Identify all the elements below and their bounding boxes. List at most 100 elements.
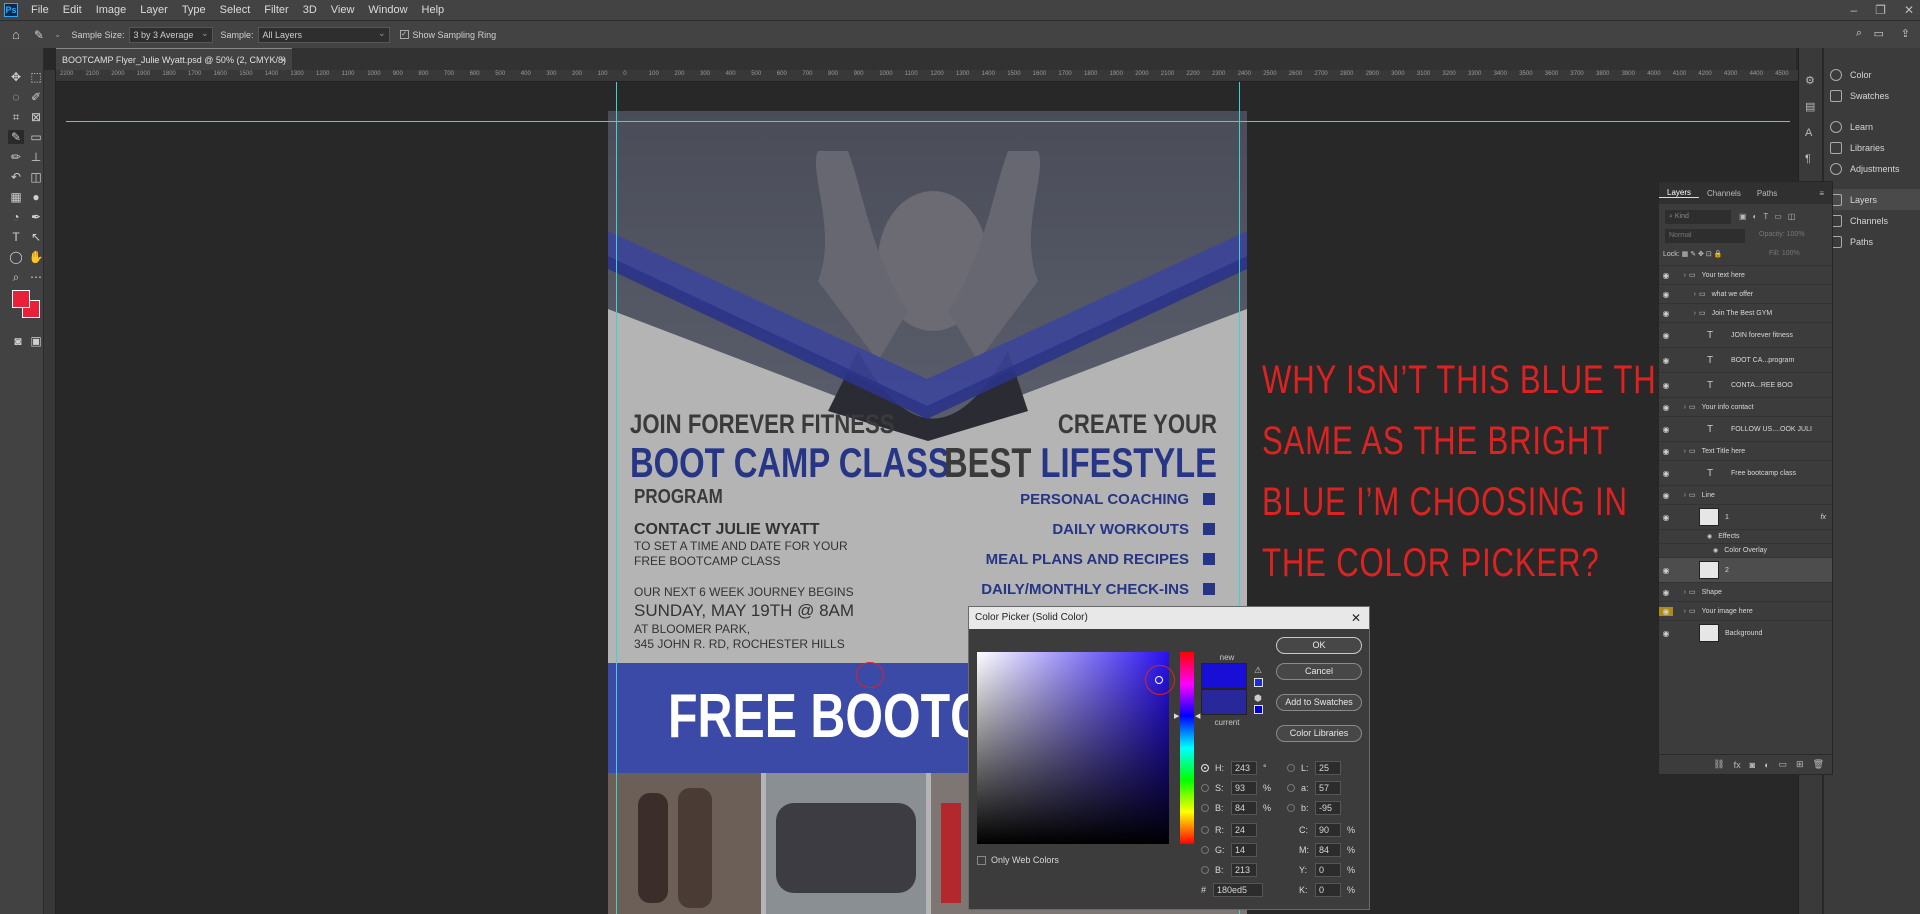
layer-filter-icons[interactable]: ▣◐T▭◫ (1739, 212, 1801, 221)
eyedropper-icon[interactable]: ✎ (34, 28, 44, 42)
layer-row[interactable]: ◉ › ▭ what we offer (1659, 284, 1832, 303)
quick-select-tool-icon[interactable]: ✐ (28, 90, 44, 104)
tab-paths[interactable]: Paths (1749, 189, 1785, 198)
hand-tool-icon[interactable]: ✋ (28, 250, 44, 264)
panel-menu-icon[interactable]: ≡ (1811, 189, 1832, 198)
character-icon[interactable]: A (1805, 120, 1815, 146)
document-tab[interactable]: BOOTCAMP Flyer_Julie Wyatt.psd @ 50% (2,… (56, 48, 292, 70)
layer-row[interactable]: ◉ T Free bootcamp class (1659, 460, 1832, 485)
web-safe-warning-icon[interactable]: ⬢ (1254, 693, 1262, 704)
expand-chevron-icon[interactable]: › (1673, 272, 1689, 279)
visibility-eye-icon[interactable]: ◉ (1659, 629, 1673, 638)
hue-slider-right-arrow-icon[interactable]: ◀ (1195, 712, 1200, 720)
add-mask-icon[interactable]: ◙ (1750, 760, 1755, 770)
quick-mask-icon[interactable]: ◙ (10, 334, 26, 348)
layer-row[interactable]: ◉ T BOOT CA...program (1659, 347, 1832, 372)
web-safe-color-swatch[interactable] (1254, 705, 1263, 714)
opacity-control[interactable]: Opacity: 100% (1759, 231, 1805, 238)
more-tools-icon[interactable]: ⋯ (28, 270, 44, 284)
new-group-icon[interactable]: ▭ (1779, 759, 1788, 770)
share-icon[interactable]: ⇪ (1901, 27, 1910, 40)
layer-row[interactable]: ◉ › ▭ Your info contact (1659, 397, 1832, 416)
expand-chevron-icon[interactable]: › (1673, 310, 1699, 317)
crop-tool-icon[interactable]: ⌗ (8, 110, 24, 124)
expand-chevron-icon[interactable]: › (1673, 448, 1689, 455)
layer-row[interactable]: ◉ 1 fx (1659, 504, 1832, 529)
panel-swatches[interactable]: Swatches (1824, 85, 1920, 106)
layer-row[interactable]: ◉ › ▭ Text Title here (1659, 441, 1832, 460)
history-icon[interactable]: ▤ (1805, 94, 1815, 120)
current-color-swatch[interactable] (1201, 689, 1247, 715)
visibility-eye-icon[interactable]: ◉ (1659, 566, 1673, 575)
lock-controls[interactable]: Lock: ▦ ✎ ✥ ⊡ 🔒 (1663, 250, 1722, 258)
new-layer-icon[interactable]: ⊞ (1796, 759, 1804, 770)
layer-row[interactable]: ◉ › ▭ Join The Best GYM (1659, 303, 1832, 322)
close-window-icon[interactable]: ✕ (1904, 0, 1914, 20)
workspace-icon[interactable]: ▭ (1874, 27, 1884, 40)
layer-row[interactable]: ◉ › ▭ Your text here (1659, 265, 1832, 284)
search-icon[interactable]: ⌕ (1856, 27, 1862, 40)
horizontal-guide[interactable] (66, 121, 1790, 122)
menu-select[interactable]: Select (213, 0, 258, 20)
visibility-eye-icon[interactable]: ◉ (1659, 331, 1673, 340)
layer-row[interactable]: ◉ › ▭ Your image here (1659, 601, 1832, 620)
sample-select[interactable]: All Layers (257, 26, 390, 43)
visibility-eye-icon[interactable]: ◉ (1659, 381, 1673, 390)
cancel-button[interactable]: Cancel (1276, 663, 1362, 680)
layer-row[interactable]: ◉ Effects (1659, 529, 1832, 543)
menu-layer[interactable]: Layer (133, 0, 175, 20)
properties-icon[interactable]: ⚙ (1805, 68, 1815, 94)
eraser-tool-icon[interactable]: ◫ (28, 170, 44, 184)
layer-filter-input[interactable]: ⌕ Kind (1665, 210, 1731, 224)
zoom-tool-icon[interactable]: ⌕ (8, 270, 24, 284)
panel-adjustments[interactable]: Adjustments (1824, 158, 1920, 179)
menu-type[interactable]: Type (175, 0, 213, 20)
layer-row[interactable]: ◉ Color Overlay (1659, 543, 1832, 557)
expand-chevron-icon[interactable]: › (1673, 404, 1689, 411)
foreground-color-swatch[interactable] (12, 290, 30, 308)
panel-libraries[interactable]: Libraries (1824, 137, 1920, 158)
layer-row[interactable]: ◉ Background (1659, 620, 1832, 645)
move-tool-icon[interactable]: ✥ (8, 70, 24, 84)
ok-button[interactable]: OK (1276, 637, 1362, 654)
sample-size-select[interactable]: 3 by 3 Average (128, 26, 213, 43)
panel-color[interactable]: Color (1824, 64, 1920, 85)
menu-file[interactable]: File (24, 0, 56, 20)
patch-tool-icon[interactable]: ▭ (28, 130, 44, 144)
marquee-tool-icon[interactable]: ⬚ (28, 70, 44, 84)
minimize-icon[interactable]: – (1850, 0, 1857, 20)
visibility-eye-icon[interactable]: ◉ (1659, 356, 1673, 365)
frame-tool-icon[interactable]: ⊠ (28, 110, 44, 124)
menu-help[interactable]: Help (415, 0, 452, 20)
fill-control[interactable]: Fill: 100% (1769, 250, 1800, 257)
dodge-tool-icon[interactable]: ◔ (8, 210, 24, 224)
stamp-tool-icon[interactable]: ⊥ (28, 150, 44, 164)
history-brush-tool-icon[interactable]: ↶ (8, 170, 24, 184)
menu-view[interactable]: View (324, 0, 362, 20)
menu-edit[interactable]: Edit (56, 0, 89, 20)
panel-learn[interactable]: Learn (1824, 116, 1920, 137)
visibility-eye-icon[interactable]: ◉ (1659, 309, 1673, 318)
add-to-swatches-button[interactable]: Add to Swatches (1276, 694, 1362, 711)
visibility-eye-icon[interactable]: ◉ (1659, 290, 1673, 299)
eyedropper-tool-icon[interactable]: ✎ (8, 130, 24, 144)
layer-row[interactable]: ◉ › ▭ Line (1659, 485, 1832, 504)
hue-slider[interactable] (1180, 652, 1194, 844)
close-tab-icon[interactable]: × (281, 49, 286, 71)
tool-preset-chevron-icon[interactable]: ⌄ (54, 29, 62, 40)
visibility-eye-icon[interactable]: ◉ (1659, 271, 1673, 280)
blur-tool-icon[interactable]: ● (28, 190, 44, 204)
color-libraries-button[interactable]: Color Libraries (1276, 725, 1362, 742)
delete-layer-icon[interactable]: 🗑 (1813, 759, 1824, 770)
panel-paths[interactable]: Paths (1824, 231, 1920, 252)
visibility-eye-icon[interactable]: ◉ (1659, 513, 1673, 522)
tab-channels[interactable]: Channels (1699, 189, 1749, 198)
layer-row[interactable]: ◉ 2 (1659, 557, 1832, 582)
brush-tool-icon[interactable]: ✏ (8, 150, 24, 164)
show-sampling-ring-checkbox[interactable]: ✓ (399, 30, 409, 39)
fx-badge[interactable]: fx (1821, 514, 1826, 521)
link-layers-icon[interactable]: ⛓ (1713, 759, 1724, 770)
visibility-eye-icon[interactable]: ◉ (1659, 588, 1673, 597)
visibility-eye-icon[interactable]: ◉ (1659, 606, 1673, 616)
saturation-brightness-field[interactable] (977, 652, 1169, 844)
